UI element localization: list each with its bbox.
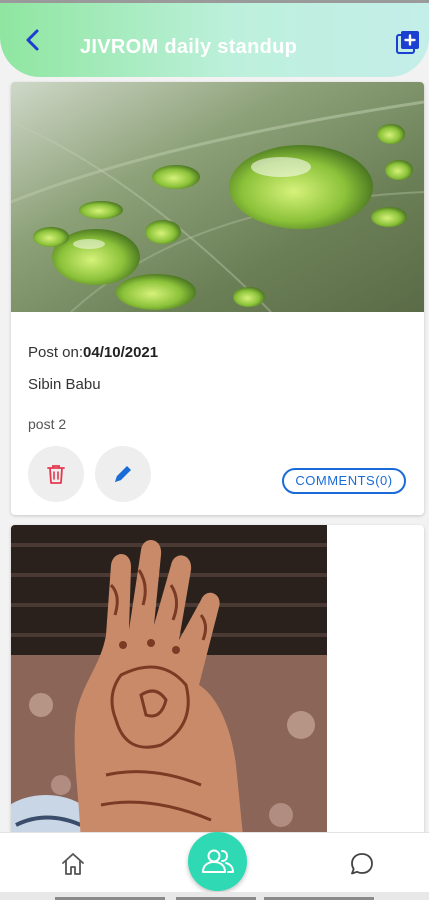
delete-post-button[interactable] [28, 446, 84, 502]
post-card [11, 525, 424, 832]
add-post-icon[interactable] [396, 30, 420, 54]
group-icon [202, 849, 234, 873]
edit-post-button[interactable] [95, 446, 151, 502]
post-date: Post on:04/10/2021 [28, 344, 158, 361]
chat-icon[interactable] [349, 851, 375, 877]
back-arrow-icon[interactable] [22, 27, 44, 53]
app-header: JIVROM daily standup [0, 3, 429, 77]
pencil-icon [115, 466, 131, 482]
post-content: post 2 [28, 416, 67, 432]
comments-button[interactable]: COMMENTS(0) [282, 468, 406, 494]
post-card: Post on:04/10/2021 Sibin Babu post 2 COM… [11, 82, 424, 515]
group-nav-button[interactable] [188, 832, 247, 891]
post-image[interactable] [11, 82, 424, 312]
post-feed[interactable]: Post on:04/10/2021 Sibin Babu post 2 COM… [0, 77, 429, 832]
post-author: Sibin Babu [28, 376, 101, 393]
system-nav-bar [0, 892, 429, 900]
page-title: JIVROM daily standup [80, 36, 298, 58]
post-date-label: Post on: [28, 344, 84, 361]
trash-icon [47, 465, 65, 484]
post-image[interactable] [11, 525, 327, 832]
home-icon[interactable] [60, 851, 86, 877]
post-date-value: 04/10/2021 [83, 344, 159, 361]
